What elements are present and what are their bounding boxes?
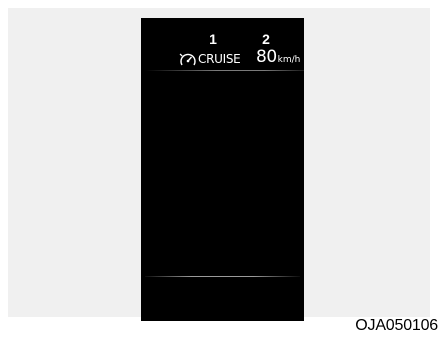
display-bottom-divider	[145, 276, 300, 277]
cluster-display: CRUISE 80 km/h	[141, 18, 304, 321]
cruise-indicator: CRUISE	[179, 51, 241, 67]
cruise-control-icon	[179, 53, 196, 65]
set-speed-readout: 80 km/h	[256, 47, 300, 67]
figure-code: OJA050106	[355, 317, 438, 334]
callout-marker-1: 1	[203, 29, 223, 49]
speed-unit: km/h	[277, 55, 301, 65]
set-speed-value: 80	[256, 47, 277, 67]
callout-marker-2: 2	[256, 29, 276, 49]
cruise-label: CRUISE	[198, 52, 241, 66]
figure-canvas: CRUISE 80 km/h 1 2 OJA050106	[0, 0, 438, 339]
display-top-divider	[145, 70, 304, 71]
